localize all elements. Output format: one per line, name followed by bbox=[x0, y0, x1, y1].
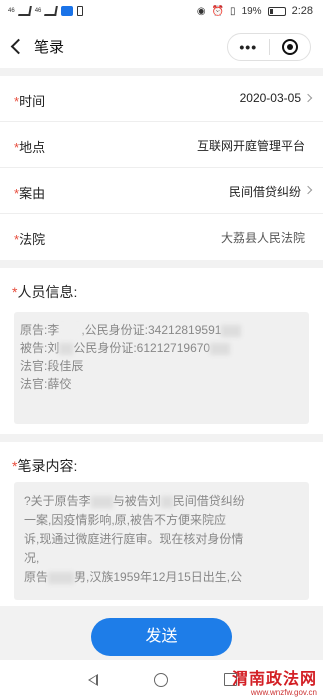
record-line: ?关于原告李 与被告刘 民间借贷纠纷 bbox=[24, 492, 299, 511]
defendant-line: 被告:刘 公民身份证:61212719670 bbox=[20, 339, 303, 357]
row-label: *时间 bbox=[14, 91, 45, 110]
record-fragment: 民间借贷纠纷 bbox=[172, 494, 245, 508]
record-line: 况, bbox=[24, 551, 40, 565]
time-value: 2020-03-05 bbox=[239, 91, 301, 105]
location-label: 地点 bbox=[19, 140, 46, 155]
record-section: *笔录内容: ?关于原告李 与被告刘 民间借贷纠纷 一案,因疫情影响,原,被告不方便… bbox=[0, 442, 323, 606]
wifi-icon bbox=[61, 6, 74, 16]
network-label-2: 46 bbox=[34, 8, 42, 14]
row-court: *法院 大荔县人民法院 bbox=[0, 214, 323, 260]
record-line: 原告 男,汉族1959年12月15日出生,公 bbox=[24, 568, 299, 587]
vibrate-icon: ▯ bbox=[230, 5, 236, 17]
location-value: 互联网开庭管理平台 bbox=[196, 139, 305, 153]
plaintiff-id: ,公民身份证:34212819591 bbox=[81, 323, 222, 337]
court-value: 大荔县人民法院 bbox=[220, 231, 305, 245]
row-label: *案由 bbox=[14, 183, 45, 202]
clock: 2:28 bbox=[291, 5, 313, 17]
redaction bbox=[59, 324, 82, 337]
defendant-role: 被告:刘 bbox=[20, 341, 60, 355]
chevron-right-icon bbox=[303, 185, 313, 195]
chevron-right-icon bbox=[303, 93, 313, 103]
record-title: 笔录内容: bbox=[17, 458, 78, 474]
redaction bbox=[59, 342, 74, 355]
record-content: ?关于原告李 与被告刘 民间借贷纠纷 一案,因疫情影响,原,被告不方便来院应 诉,现… bbox=[14, 482, 309, 597]
watermark-url: www.wnzfw.gov.cn bbox=[250, 688, 317, 697]
row-location: *地点 互联网开庭管理平台 bbox=[0, 122, 323, 168]
row-case-type[interactable]: *案由 民间借贷纠纷 bbox=[0, 168, 323, 214]
signal-icon bbox=[17, 6, 32, 16]
redaction bbox=[160, 495, 173, 508]
more-button[interactable]: ••• bbox=[228, 39, 269, 55]
battery-icon bbox=[267, 6, 286, 16]
network-label-1: 46 bbox=[8, 8, 15, 14]
battery-percent: 19% bbox=[241, 5, 262, 17]
case-type-value: 民间借贷纠纷 bbox=[228, 185, 301, 199]
watermark-logo: 渭南政法网 www.wnzfw.gov.cn bbox=[231, 669, 317, 698]
redaction bbox=[221, 324, 242, 337]
record-fragment: 男,汉族1959年12月15日出生,公 bbox=[74, 570, 243, 584]
watermark-name: 渭南政法网 bbox=[231, 669, 317, 688]
plaintiff-role: 原告:李 bbox=[20, 323, 60, 337]
status-left: 46 46 bbox=[8, 6, 84, 16]
case-type-label: 案由 bbox=[19, 186, 46, 201]
record-line: 诉,现通过微庭进行庭审。现在核对身份情 bbox=[24, 532, 244, 546]
system-nav-bar: 渭南政法网 www.wnzfw.gov.cn bbox=[0, 660, 323, 700]
row-label: *法院 bbox=[14, 229, 45, 248]
judge-line: 法官:段佳辰 bbox=[20, 359, 84, 373]
personnel-textarea[interactable]: 原告:李 ,公民身份证:34212819591 被告:刘 公民身份证:6121271… bbox=[14, 312, 309, 424]
time-label: 时间 bbox=[19, 94, 46, 109]
section-title: *人员信息: bbox=[12, 282, 77, 302]
record-fragment: 原告 bbox=[24, 570, 49, 584]
plaintiff-line: 原告:李 ,公民身份证:34212819591 bbox=[20, 321, 303, 339]
personnel-section: *人员信息: 原告:李 ,公民身份证:34212819591 被告:刘 公民身份证:… bbox=[0, 268, 323, 434]
record-line: 一案,因疫情影响,原,被告不方便来院应 bbox=[24, 513, 227, 527]
status-right: ◉ ⏰ ▯ 19% 2:28 bbox=[197, 5, 313, 17]
row-time[interactable]: *时间 2020-03-05 bbox=[0, 76, 323, 122]
court-label: 法院 bbox=[19, 232, 46, 247]
eye-icon: ◉ bbox=[196, 5, 206, 17]
alarm-icon: ⏰ bbox=[211, 5, 225, 17]
target-icon bbox=[281, 39, 298, 55]
section-title: *笔录内容: bbox=[12, 456, 77, 476]
personnel-title: 人员信息: bbox=[17, 284, 78, 300]
redaction bbox=[48, 571, 75, 584]
record-fragment: 与被告刘 bbox=[112, 494, 161, 508]
send-button[interactable]: 发送 bbox=[91, 618, 232, 656]
system-home-icon[interactable] bbox=[154, 673, 168, 687]
notification-icon bbox=[77, 6, 84, 16]
status-bar: 46 46 ◉ ⏰ ▯ 19% 2:28 bbox=[0, 0, 323, 24]
judge-line-2: 法官:薛佼 bbox=[20, 377, 72, 391]
page-title: 笔录 bbox=[34, 39, 65, 56]
record-fragment: ?关于原告李 bbox=[24, 494, 91, 508]
back-arrow-icon[interactable] bbox=[8, 34, 28, 58]
signal-icon-2 bbox=[44, 6, 59, 16]
redaction bbox=[210, 342, 231, 355]
row-label: *地点 bbox=[14, 137, 45, 156]
redaction bbox=[90, 495, 113, 508]
defendant-id: 公民身份证:61212719670 bbox=[73, 341, 211, 355]
navigation-bar: 笔录 ••• bbox=[0, 24, 323, 68]
close-button[interactable] bbox=[269, 39, 310, 55]
case-info-form: *时间 2020-03-05 *地点 互联网开庭管理平台 *案由 民间借贷纠纷 … bbox=[0, 76, 323, 260]
record-textarea[interactable]: ?关于原告李 与被告刘 民间借贷纠纷 一案,因疫情影响,原,被告不方便来院应 诉,现… bbox=[14, 482, 309, 600]
mini-program-capsule: ••• bbox=[227, 33, 311, 61]
system-back-icon[interactable] bbox=[88, 674, 98, 686]
